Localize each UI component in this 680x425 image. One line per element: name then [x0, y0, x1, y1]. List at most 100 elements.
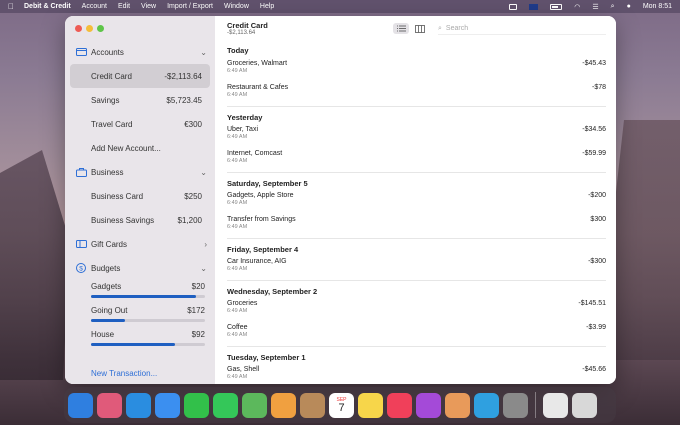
- messages-icon[interactable]: [213, 392, 238, 418]
- menu-window[interactable]: Window: [224, 3, 249, 10]
- day-heading: Yesterday: [227, 106, 606, 124]
- transaction-amount: -$45.43: [582, 60, 606, 67]
- screen-mirroring-icon[interactable]: [509, 3, 518, 10]
- transaction-info: Uber, Taxi 6:49 AM: [227, 126, 582, 140]
- search-field[interactable]: ⌕ Search: [438, 23, 606, 35]
- menu-app-name[interactable]: Debit & Credit: [24, 3, 71, 10]
- menu-account[interactable]: Account: [82, 3, 107, 10]
- minimize-button[interactable]: [86, 25, 93, 32]
- system-preferences-icon[interactable]: [503, 392, 528, 418]
- section-business[interactable]: Business ⌄: [65, 160, 215, 184]
- section-accounts[interactable]: Accounts ⌄: [65, 40, 215, 64]
- launchpad-icon[interactable]: [97, 392, 122, 418]
- transaction-time: 6:49 AM: [227, 266, 248, 272]
- page-subtitle-balance: -$2,113.64: [227, 30, 256, 36]
- menu-help[interactable]: Help: [260, 3, 274, 10]
- battery-icon[interactable]: [550, 3, 563, 10]
- transaction-name: Internet, Comcast: [227, 150, 283, 157]
- chevron-right-icon[interactable]: ›: [204, 240, 207, 249]
- sidebar-item-label: Business Savings: [91, 215, 155, 225]
- budget-progress-fill: [91, 319, 126, 322]
- safari-icon[interactable]: [126, 392, 151, 418]
- calendar-icon[interactable]: SEP 7: [329, 392, 354, 418]
- transaction-row[interactable]: Gas, Shell 6:49 AM -$45.66: [227, 364, 606, 384]
- menu-clock[interactable]: Mon 8:51: [643, 3, 672, 10]
- document-icon[interactable]: [543, 392, 568, 418]
- transaction-row[interactable]: Transfer from Savings 6:49 AM $300: [227, 214, 606, 238]
- transaction-name: Coffee: [227, 324, 248, 331]
- credit-card-icon: [75, 46, 87, 58]
- transaction-name: Groceries, Walmart: [227, 60, 288, 67]
- list-view-button[interactable]: [393, 23, 409, 34]
- section-accounts-label: Accounts: [91, 47, 124, 57]
- transaction-row[interactable]: Internet, Comcast 6:49 AM -$59.99: [227, 148, 606, 172]
- transaction-row[interactable]: Car Insurance, AIG 6:49 AM -$300: [227, 256, 606, 280]
- budget-item-house[interactable]: House $92: [65, 328, 215, 352]
- close-button[interactable]: [75, 25, 82, 32]
- transaction-row[interactable]: Groceries 6:49 AM -$145.51: [227, 298, 606, 322]
- trash-icon[interactable]: [572, 392, 597, 418]
- transaction-amount: $300: [590, 216, 606, 223]
- transaction-time: 6:49 AM: [227, 158, 248, 164]
- podcasts-icon[interactable]: [416, 392, 441, 418]
- menu-view[interactable]: View: [141, 3, 156, 10]
- sidebar-item-label: Savings: [91, 95, 120, 105]
- section-budgets[interactable]: $ Budgets ⌄: [65, 256, 215, 280]
- transaction-row[interactable]: Gadgets, Apple Store 6:49 AM -$200: [227, 190, 606, 214]
- budget-item-going-out[interactable]: Going Out $172: [65, 304, 215, 328]
- section-gift-cards[interactable]: Gift Cards ›: [65, 232, 215, 256]
- transaction-row[interactable]: Coffee 6:49 AM -$3.99: [227, 322, 606, 346]
- transaction-row[interactable]: Restaurant & Cafes 6:49 AM -$78: [227, 82, 606, 106]
- budget-progress-bar: [91, 319, 205, 322]
- wifi-icon[interactable]: ◠: [574, 3, 580, 11]
- chevron-down-icon[interactable]: ⌄: [200, 48, 207, 57]
- sidebar-item-business-card[interactable]: Business Card $250: [70, 184, 210, 208]
- maps-icon[interactable]: [242, 392, 267, 418]
- music-icon[interactable]: [387, 392, 412, 418]
- transaction-time: 6:49 AM: [227, 374, 248, 380]
- mail-icon[interactable]: [155, 392, 180, 418]
- sidebar-item-credit-card[interactable]: Credit Card -$2,113.64: [70, 64, 210, 88]
- briefcase-icon: [75, 166, 87, 178]
- facetime-icon[interactable]: [184, 392, 209, 418]
- search-icon[interactable]: ⌕: [611, 3, 615, 11]
- add-new-account-button[interactable]: Add New Account...: [70, 136, 210, 160]
- transaction-info: Groceries 6:49 AM: [227, 300, 578, 314]
- transaction-info: Car Insurance, AIG 6:49 AM: [227, 258, 588, 272]
- finder-smile-icon[interactable]: [474, 392, 499, 418]
- budget-label: Gadgets: [91, 282, 122, 291]
- chevron-down-icon[interactable]: ⌄: [200, 264, 207, 273]
- sidebar-item-balance: $5,723.45: [166, 95, 202, 105]
- chevron-down-icon[interactable]: ⌄: [200, 168, 207, 177]
- sidebar-item-label: Add New Account...: [91, 143, 161, 153]
- zoom-button[interactable]: [97, 25, 104, 32]
- sidebar-item-business-savings[interactable]: Business Savings $1,200: [70, 208, 210, 232]
- transaction-time: 6:49 AM: [227, 200, 248, 206]
- apple-icon[interactable]: : [8, 2, 14, 11]
- sidebar-item-savings[interactable]: Savings $5,723.45: [70, 88, 210, 112]
- transaction-info: Groceries, Walmart 6:49 AM: [227, 60, 582, 74]
- menu-import-export[interactable]: Import / Export: [167, 3, 213, 10]
- transaction-row[interactable]: Groceries, Walmart 6:49 AM -$45.43: [227, 58, 606, 82]
- column-view-button[interactable]: [412, 23, 428, 34]
- transaction-row[interactable]: Uber, Taxi 6:49 AM -$34.56: [227, 124, 606, 148]
- finder-icon[interactable]: [68, 392, 93, 418]
- budget-item-gadgets[interactable]: Gadgets $20: [65, 280, 215, 304]
- transaction-name: Transfer from Savings: [227, 216, 296, 223]
- siri-icon[interactable]: ●: [627, 3, 631, 10]
- debit-credit-icon[interactable]: [445, 392, 470, 418]
- new-transaction-button[interactable]: New Transaction...: [91, 369, 157, 378]
- notes-icon[interactable]: [358, 392, 383, 418]
- sidebar-item-label: Travel Card: [91, 119, 133, 129]
- photos-icon[interactable]: [271, 392, 296, 418]
- dollar-circle-icon: $: [75, 262, 87, 274]
- input-source-flag-icon[interactable]: [529, 3, 539, 10]
- transaction-amount: -$45.66: [582, 366, 606, 373]
- transaction-list: Today Groceries, Walmart 6:49 AM -$45.43…: [215, 40, 616, 384]
- control-center-icon[interactable]: ☰: [592, 3, 598, 11]
- sidebar-item-travel-card[interactable]: Travel Card €300: [70, 112, 210, 136]
- transaction-name: Groceries: [227, 300, 258, 307]
- contacts-icon[interactable]: [300, 392, 325, 418]
- menu-edit[interactable]: Edit: [118, 3, 130, 10]
- transaction-info: Internet, Comcast 6:49 AM: [227, 150, 582, 164]
